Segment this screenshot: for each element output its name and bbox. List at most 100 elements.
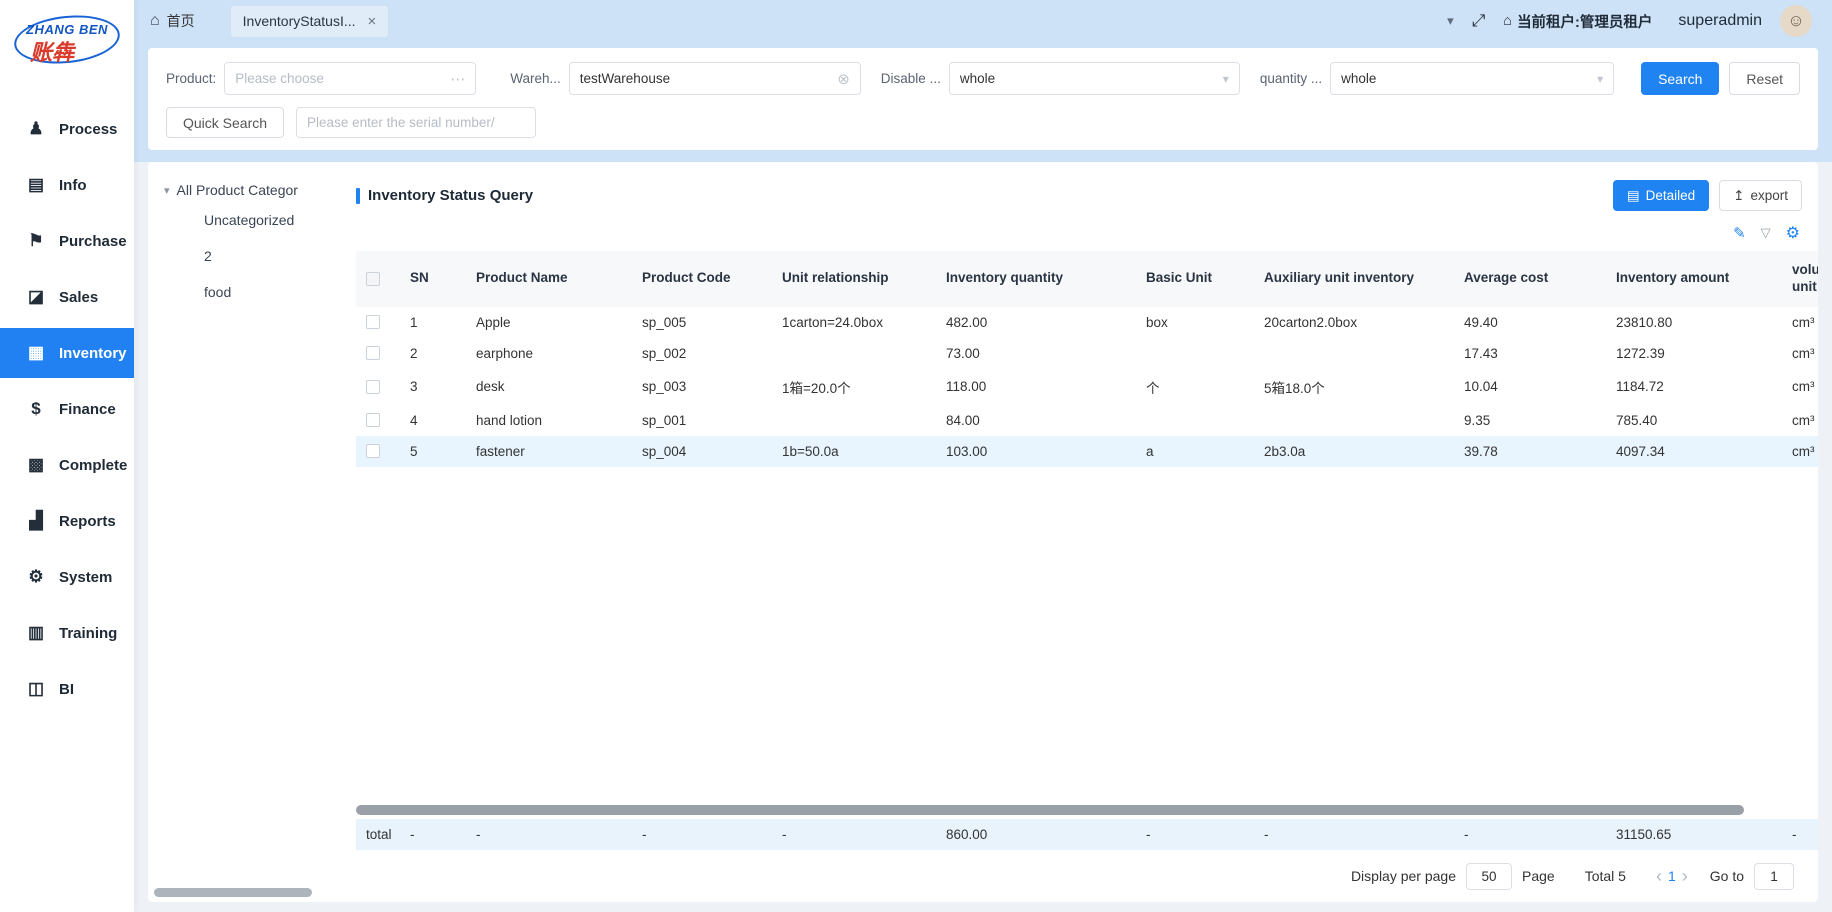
sidebar-item-reports[interactable]: ▟Reports bbox=[0, 496, 134, 546]
warehouse-select[interactable]: ⊗ bbox=[569, 62, 861, 95]
warehouse-clear-icon[interactable]: ⊗ bbox=[837, 70, 850, 88]
row-checkbox[interactable] bbox=[366, 346, 380, 360]
tree-scrollbar[interactable] bbox=[154, 888, 312, 897]
cell-basic: box bbox=[1136, 307, 1254, 338]
cell-unit_rel bbox=[772, 338, 936, 369]
quick-search-field[interactable] bbox=[296, 107, 536, 138]
sidebar-item-system[interactable]: ⚙System bbox=[0, 552, 134, 602]
cell-aux: 2b3.0a bbox=[1254, 436, 1454, 467]
fullscreen-icon[interactable]: ⤢ bbox=[1472, 11, 1486, 31]
avatar-icon: ☺ bbox=[1787, 11, 1804, 31]
quick-search-button[interactable]: Quick Search bbox=[166, 107, 284, 138]
brand-logo-box: ZHANG BEN 账犇 bbox=[22, 16, 112, 73]
page-title: Inventory Status Query bbox=[356, 187, 533, 204]
horizontal-scrollbar-thumb[interactable] bbox=[356, 805, 1744, 815]
process-icon: ♟ bbox=[26, 119, 46, 139]
cell-aux bbox=[1254, 338, 1454, 369]
home-tab[interactable]: ⌂ 首页 bbox=[150, 11, 195, 31]
pagination: Display per page Page Total 5 ‹ 1 › Go t… bbox=[340, 850, 1818, 902]
tree-collapse-icon[interactable]: ▾ bbox=[164, 184, 170, 197]
filters-row-2: Quick Search bbox=[166, 107, 1800, 138]
username[interactable]: superadmin bbox=[1678, 12, 1762, 30]
quantity-select[interactable]: whole ▾ bbox=[1330, 62, 1614, 95]
tabs-dropdown-icon[interactable]: ▾ bbox=[1447, 13, 1454, 29]
tree-item-2[interactable]: 2 bbox=[164, 238, 332, 274]
tab-inventory-status[interactable]: InventoryStatusI... × bbox=[231, 6, 389, 37]
row-checkbox[interactable] bbox=[366, 315, 380, 329]
disable-select[interactable]: whole ▾ bbox=[949, 62, 1240, 95]
quick-search-input[interactable] bbox=[307, 115, 525, 130]
table-head: SNProduct NameProduct CodeUnit relations… bbox=[356, 251, 1818, 307]
filter-icon[interactable]: ▽ bbox=[1761, 225, 1771, 241]
sidebar-item-complete[interactable]: ▩Complete bbox=[0, 440, 134, 490]
tree-item-food[interactable]: food bbox=[164, 274, 332, 310]
total-table: total----860.00---31150.65- bbox=[356, 819, 1818, 850]
cell-amount: 1272.39 bbox=[1606, 338, 1782, 369]
sidebar-item-sales[interactable]: ◪Sales bbox=[0, 272, 134, 322]
per-page-input[interactable] bbox=[1466, 863, 1512, 890]
cell-avg: 17.43 bbox=[1454, 338, 1606, 369]
cell-name: fastener bbox=[466, 436, 632, 467]
cell-name: hand lotion bbox=[466, 405, 632, 436]
table-row[interactable]: 4hand lotionsp_00184.009.35785.40cm³ bbox=[356, 405, 1818, 436]
settings-icon[interactable]: ⚙ bbox=[1786, 223, 1800, 243]
product-input[interactable] bbox=[235, 71, 450, 86]
next-page-icon[interactable]: › bbox=[1682, 866, 1688, 887]
sidebar-item-inventory[interactable]: ▦Inventory bbox=[0, 328, 134, 378]
main-area: ⌂ 首页 InventoryStatusI... × ▾ ⤢ ⌂ 当前租户:管理… bbox=[134, 0, 1832, 912]
avatar[interactable]: ☺ bbox=[1780, 5, 1812, 37]
cell-amount: 1184.72 bbox=[1606, 369, 1782, 405]
row-checkbox-cell bbox=[356, 436, 400, 467]
edit-icon[interactable]: ✎ bbox=[1733, 224, 1746, 242]
row-checkbox[interactable] bbox=[366, 413, 380, 427]
sidebar-nav: ♟Process ▤Info ⚑Purchase ◪Sales ▦Inventory $F… bbox=[0, 88, 134, 912]
tab-close-icon[interactable]: × bbox=[368, 13, 377, 30]
table-row[interactable]: 5fastenersp_0041b=50.0a103.00a2b3.0a39.7… bbox=[356, 436, 1818, 467]
goto-input[interactable] bbox=[1754, 863, 1794, 890]
table-wrap: SNProduct NameProduct CodeUnit relations… bbox=[356, 251, 1818, 805]
cell-aux: 20carton2.0box bbox=[1254, 307, 1454, 338]
product-more-icon[interactable]: ⋯ bbox=[450, 70, 465, 88]
column-header: Auxiliary unit inventory bbox=[1254, 251, 1454, 307]
cell-sn: 3 bbox=[400, 369, 466, 405]
table-row[interactable]: 2earphonesp_00273.0017.431272.39cm³ bbox=[356, 338, 1818, 369]
filters-card: Product: ⋯ Wareh... ⊗ Disable ... whole … bbox=[148, 48, 1818, 150]
total-row-wrap: total----860.00---31150.65- bbox=[356, 819, 1818, 850]
sidebar-item-bi[interactable]: ◫BI bbox=[0, 664, 134, 714]
topbar-right: ▾ ⤢ ⌂ 当前租户:管理员租户 superadmin ☺ bbox=[1447, 5, 1812, 37]
sidebar-item-finance[interactable]: $Finance bbox=[0, 384, 134, 434]
system-icon: ⚙ bbox=[26, 567, 46, 587]
panel-header: Inventory Status Query ▤ Detailed ↥ expo… bbox=[340, 180, 1818, 211]
sidebar-item-purchase[interactable]: ⚑Purchase bbox=[0, 216, 134, 266]
sidebar-item-training[interactable]: ▥Training bbox=[0, 608, 134, 658]
product-select[interactable]: ⋯ bbox=[224, 62, 476, 95]
warehouse-input[interactable] bbox=[580, 71, 837, 86]
sidebar-item-info[interactable]: ▤Info bbox=[0, 160, 134, 210]
tenant-info[interactable]: ⌂ 当前租户:管理员租户 bbox=[1503, 11, 1652, 32]
content-card: ▾ All Product Categor Uncategorized2food… bbox=[148, 162, 1818, 902]
reports-icon: ▟ bbox=[26, 511, 46, 531]
detailed-button[interactable]: ▤ Detailed bbox=[1613, 180, 1709, 211]
row-checkbox[interactable] bbox=[366, 380, 380, 394]
cell-aux bbox=[1254, 405, 1454, 436]
search-button[interactable]: Search bbox=[1641, 62, 1719, 95]
tree-root-all-categories[interactable]: ▾ All Product Categor bbox=[164, 182, 332, 198]
table-row[interactable]: 1Applesp_0051carton=24.0box482.00box20ca… bbox=[356, 307, 1818, 338]
tenant-home-icon: ⌂ bbox=[1503, 13, 1512, 29]
page-number-1[interactable]: 1 bbox=[1662, 868, 1682, 884]
row-checkbox-cell bbox=[356, 369, 400, 405]
export-button[interactable]: ↥ export bbox=[1719, 180, 1802, 211]
sidebar-item-process[interactable]: ♟Process bbox=[0, 104, 134, 154]
cell-amount: 785.40 bbox=[1606, 405, 1782, 436]
select-all-checkbox[interactable] bbox=[366, 272, 380, 286]
tree-item-uncategorized[interactable]: Uncategorized bbox=[164, 202, 332, 238]
disable-label: Disable ... bbox=[881, 71, 941, 86]
row-checkbox[interactable] bbox=[366, 444, 380, 458]
cell-vol: cm³ bbox=[1782, 436, 1818, 467]
table-row[interactable]: 3desksp_0031箱=20.0个118.00个5箱18.0个10.0411… bbox=[356, 369, 1818, 405]
reset-button[interactable]: Reset bbox=[1729, 62, 1800, 95]
brand-logo: ZHANG BEN 账犇 bbox=[0, 0, 134, 88]
sidebar-item-label: BI bbox=[59, 681, 74, 698]
sidebar-item-label: Complete bbox=[59, 457, 127, 474]
total-cell: 31150.65 bbox=[1606, 819, 1782, 850]
